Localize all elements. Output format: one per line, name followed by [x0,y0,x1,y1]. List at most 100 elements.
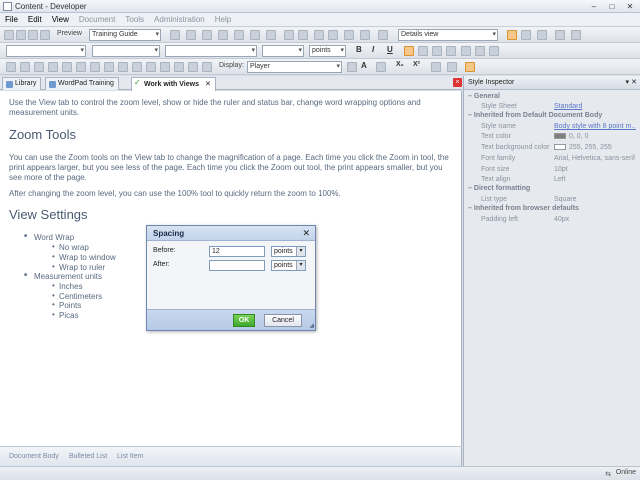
delete-icon[interactable] [234,30,244,40]
font-select[interactable] [165,45,257,57]
style-sheet-link[interactable]: Standard [554,102,636,111]
superscript-button[interactable]: X² [413,61,420,68]
underline-button[interactable]: U [387,45,393,54]
tab-library[interactable]: Library [2,77,42,90]
image-icon[interactable] [344,30,354,40]
outdent-icon[interactable] [475,46,485,56]
menu-document[interactable]: Document [74,15,120,24]
close-document-icon[interactable]: × [453,78,462,87]
breadcrumb-list-item[interactable]: List Item [117,453,143,460]
split-view-icon[interactable] [521,30,531,40]
format-painter-icon[interactable] [447,62,457,72]
find-icon[interactable] [250,30,260,40]
object-icon[interactable] [146,62,156,72]
panel-left-icon[interactable] [555,30,565,40]
justify-icon[interactable] [446,46,456,56]
insert-icon[interactable] [314,30,324,40]
paragraph-select[interactable] [92,45,160,57]
ok-button[interactable]: OK [233,314,255,327]
save-icon[interactable] [28,30,38,40]
menu-help[interactable]: Help [210,15,236,24]
units-select[interactable]: points [309,45,346,57]
group-direct-formatting[interactable]: Direct formatting [468,185,530,192]
highlight-icon[interactable] [376,62,386,72]
tab-work-with-views[interactable]: ✓ Work with Views ✕ [131,77,216,91]
table-icon[interactable] [360,30,370,40]
paste-special-icon[interactable] [218,30,228,40]
zoom-icon[interactable] [202,62,212,72]
display-select[interactable]: Player [247,61,342,73]
cut-icon[interactable] [186,30,196,40]
layout-view-icon[interactable] [537,30,547,40]
cell-merge-icon[interactable] [34,62,44,72]
template-select[interactable]: Training Guide [89,29,161,41]
subscript-button[interactable]: X₂ [396,61,404,68]
menu-file[interactable]: File [0,15,23,24]
text-format-icon[interactable] [347,62,357,72]
group-inherited-browser[interactable]: Inherited from browser defaults [468,205,579,212]
close-dialog-icon[interactable]: ✕ [302,228,310,239]
bold-button[interactable]: B [356,45,362,54]
table-props-icon[interactable] [90,62,100,72]
text-style-button[interactable]: A [361,61,367,70]
view-select[interactable]: Details view [398,29,498,41]
style-name-link[interactable]: Body style with 8 point m... [554,122,636,131]
breadcrumb-bulleted-list[interactable]: Bulleted List [69,453,107,460]
maximize-button[interactable]: □ [604,1,620,12]
column-delete-icon[interactable] [76,62,86,72]
indent-icon[interactable] [461,46,471,56]
before-input[interactable]: 12 [209,246,265,257]
cell-split-icon[interactable] [48,62,58,72]
print-icon[interactable] [40,30,50,40]
media-icon[interactable] [160,62,170,72]
spell-check-icon[interactable] [188,62,198,72]
italic-button[interactable]: I [372,45,374,54]
align-left-icon[interactable] [404,46,414,56]
font-size-select[interactable] [262,45,304,57]
frame-icon[interactable] [132,62,142,72]
pin-icon[interactable]: ▾ [625,78,629,86]
border-icon[interactable] [104,62,114,72]
details-view-icon[interactable] [507,30,517,40]
style-select[interactable] [6,45,86,57]
cancel-button[interactable]: Cancel [264,314,302,327]
minimize-button[interactable]: – [586,1,602,12]
spacing-icon[interactable] [465,62,475,72]
panel-right-icon[interactable] [571,30,581,40]
menu-edit[interactable]: Edit [23,15,47,24]
bullets-icon[interactable] [489,46,499,56]
prop-value: 0, 0, 0 [554,132,636,141]
symbol-icon[interactable] [174,62,184,72]
close-panel-icon[interactable]: ✕ [631,78,637,86]
before-units-select[interactable]: points [271,246,306,257]
tab-wordpad-training[interactable]: WordPad Training [45,77,119,90]
menu-tools[interactable]: Tools [120,15,149,24]
menu-administration[interactable]: Administration [149,15,210,24]
menu-view[interactable]: View [47,15,74,24]
open-icon[interactable] [16,30,26,40]
redo-icon[interactable] [298,30,308,40]
after-units-select[interactable]: points [271,260,306,271]
replace-icon[interactable] [266,30,276,40]
group-inherited-document[interactable]: Inherited from Default Document Body [468,112,602,119]
close-window-button[interactable]: ✕ [622,1,638,12]
align-right-icon[interactable] [432,46,442,56]
group-general[interactable]: General [468,93,500,100]
help-icon[interactable] [378,30,388,40]
link-icon[interactable] [328,30,338,40]
row-delete-icon[interactable] [20,62,30,72]
breadcrumb-document-body[interactable]: Document Body [9,453,59,460]
row-insert-icon[interactable] [6,62,16,72]
column-insert-icon[interactable] [62,62,72,72]
pencil-icon[interactable] [431,62,441,72]
resize-grip-icon[interactable]: ◢ [309,322,314,329]
paste-icon[interactable] [202,30,212,40]
shading-icon[interactable] [118,62,128,72]
align-center-icon[interactable] [418,46,428,56]
copy-icon[interactable] [170,30,180,40]
new-icon[interactable] [4,30,14,40]
undo-icon[interactable] [284,30,294,40]
close-tab-icon[interactable]: ✕ [205,81,211,88]
after-input[interactable] [209,260,265,271]
preview-label[interactable]: Preview [57,30,82,37]
